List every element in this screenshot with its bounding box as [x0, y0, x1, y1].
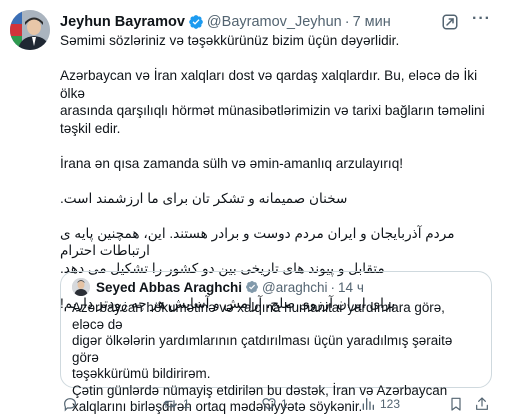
views-button[interactable]: 123: [360, 396, 400, 412]
bookmark-button[interactable]: [448, 396, 464, 412]
share-icon: [474, 396, 490, 412]
quoted-author-avatar[interactable]: [72, 278, 90, 296]
tweet-line: arasında qarşılıqlı hörmət münasibətləri…: [60, 103, 485, 118]
tweet-line: təşkil edir.: [60, 120, 121, 136]
reply-icon: [62, 396, 78, 412]
author-avatar[interactable]: [10, 10, 50, 50]
retweet-count: 1: [183, 397, 190, 411]
like-count: 1: [281, 397, 288, 411]
share-button[interactable]: [474, 396, 490, 412]
quoted-author-handle[interactable]: @araghchi: [262, 280, 328, 295]
quoted-line: təşəkkürümü bildirirəm.: [72, 366, 211, 381]
tweet-timestamp[interactable]: 7 мин: [353, 14, 391, 30]
verified-badge-icon: [245, 280, 259, 294]
like-button[interactable]: 1: [261, 396, 288, 412]
quoted-tweet[interactable]: Seyed Abbas Araghchi @araghchi · 14 ч Az…: [60, 271, 492, 414]
quoted-separator: ·: [330, 279, 336, 295]
retweet-icon: [161, 396, 179, 412]
quoted-line: Azərbaycan hökumətinə və xalqına humanit…: [72, 300, 445, 332]
tweet-action-bar: 1 1 123: [60, 396, 492, 416]
retweet-button[interactable]: 1: [161, 396, 190, 412]
header-separator: ·: [344, 14, 350, 30]
views-count: 123: [380, 397, 401, 411]
reply-button[interactable]: [62, 396, 82, 412]
views-icon: [360, 396, 376, 412]
quoted-line: digər ölkələrin yardımlarının çatdırılma…: [72, 333, 453, 365]
tweet-line-persian: سخنان صمیمانه و تشکر تان برای ما ارزشمند…: [60, 190, 348, 206]
quoted-timestamp[interactable]: 14 ч: [338, 280, 364, 295]
quoted-author-name[interactable]: Seyed Abbas Araghchi: [96, 280, 242, 295]
tweet-line: Azərbaycan və İran xalqları dost və qard…: [60, 68, 478, 101]
tweet-body: Səmimi sözləriniz və təşəkkürünüz bizim …: [60, 32, 490, 312]
tweet-line-persian: مردم آذربایجان و ایران مردم دوست و برادر…: [60, 225, 455, 259]
quoted-tweet-header: Seyed Abbas Araghchi @araghchi · 14 ч: [72, 278, 480, 296]
tweet-header: Jeyhun Bayramov @Bayramov_Jeyhun · 7 мин…: [60, 10, 495, 32]
tweet-line: Səmimi sözləriniz və təşəkkürünüz bizim …: [60, 33, 400, 48]
verified-badge-icon: [188, 14, 204, 30]
author-name[interactable]: Jeyhun Bayramov: [60, 14, 185, 30]
heart-icon: [261, 396, 277, 412]
more-icon[interactable]: ···: [472, 10, 491, 28]
author-handle[interactable]: @Bayramov_Jeyhun: [207, 14, 342, 30]
bookmark-icon: [448, 396, 464, 412]
tweet-line: İrana ən qısa zamanda sülh və əmin-amanl…: [60, 155, 404, 171]
